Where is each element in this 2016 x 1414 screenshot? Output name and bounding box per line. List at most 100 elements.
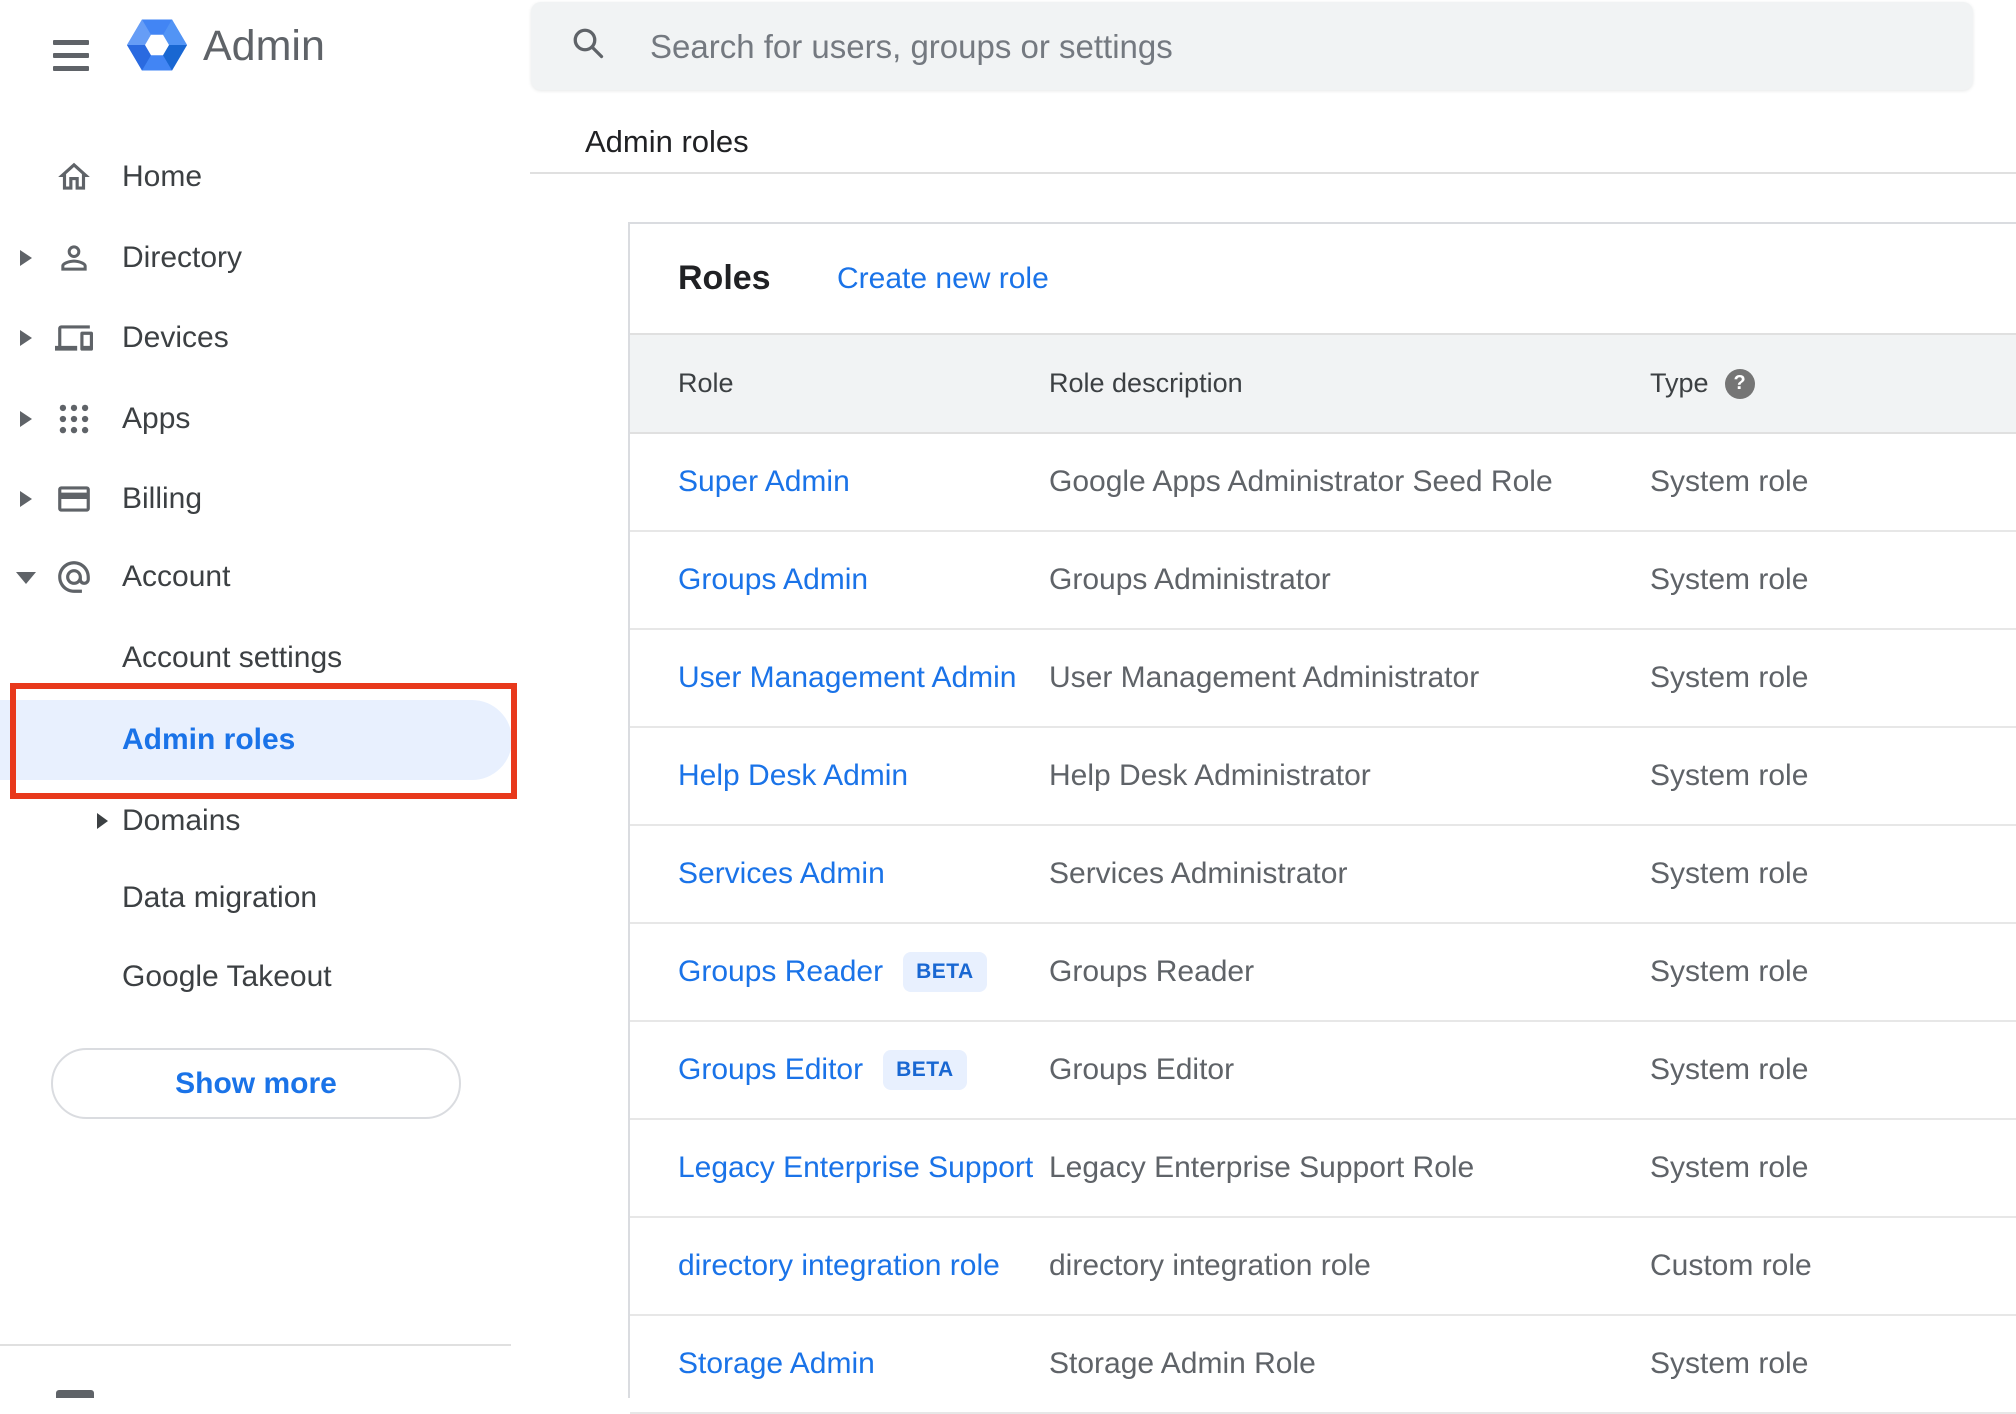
hamburger-bar <box>53 53 89 58</box>
role-link[interactable]: Legacy Enterprise Support <box>678 1151 1033 1185</box>
table-row: Groups Reader BETA Groups Reader System … <box>630 924 2016 1022</box>
role-cell: Legacy Enterprise Support <box>678 1151 1049 1185</box>
chevron-right-icon[interactable] <box>20 411 32 427</box>
table-row: Services Admin Services Administrator Sy… <box>630 826 2016 924</box>
sidebar-item-label: Devices <box>122 321 229 354</box>
sidebar-item-home[interactable]: Home <box>0 147 530 207</box>
sidebar-item-label: Account <box>122 560 231 593</box>
search-bar[interactable] <box>531 2 1973 92</box>
role-cell: Super Admin <box>678 465 1049 499</box>
role-cell: Groups Reader BETA <box>678 952 1049 992</box>
billing-card-icon <box>58 486 90 512</box>
role-type: System role <box>1650 661 1809 694</box>
hamburger-bar <box>53 66 89 71</box>
home-icon <box>58 162 90 190</box>
table-row: directory integration role directory int… <box>630 1218 2016 1316</box>
table-row: Help Desk Admin Help Desk Administrator … <box>630 728 2016 826</box>
sidebar-item-label: Account settings <box>122 641 343 674</box>
table-row: User Management Admin User Management Ad… <box>630 630 2016 728</box>
sidebar-item-google-takeout[interactable]: Google Takeout <box>0 947 530 1007</box>
beta-badge: BETA <box>903 952 987 992</box>
sidebar-item-billing[interactable]: Billing <box>0 469 530 529</box>
role-link[interactable]: directory integration role <box>678 1249 1000 1283</box>
role-cell: Services Admin <box>678 857 1049 891</box>
sidebar-item-devices[interactable]: Devices <box>0 308 530 368</box>
role-cell: Groups Admin <box>678 563 1049 597</box>
column-header-type: Type ? <box>1650 368 2016 399</box>
sidebar-item-apps[interactable]: Apps <box>0 389 530 449</box>
role-type: System role <box>1650 1053 1809 1086</box>
role-link[interactable]: Groups Reader <box>678 955 883 989</box>
role-cell: Storage Admin <box>678 1347 1049 1381</box>
table-row: Groups Editor BETA Groups Editor System … <box>630 1022 2016 1120</box>
role-cell: Groups Editor BETA <box>678 1050 1049 1090</box>
search-input[interactable] <box>648 2 1932 92</box>
sidebar-item-account[interactable]: Account <box>0 547 530 607</box>
role-type: Custom role <box>1650 1249 1812 1282</box>
role-link[interactable]: Services Admin <box>678 857 885 891</box>
sidebar-item-label: Google Takeout <box>122 960 332 993</box>
role-type: System role <box>1650 759 1809 792</box>
role-link[interactable]: Groups Editor <box>678 1053 863 1087</box>
roles-title: Roles <box>678 259 771 297</box>
table-row: Groups Admin Groups Administrator System… <box>630 532 2016 630</box>
brand-title: Admin <box>203 22 325 70</box>
sidebar-divider <box>0 1344 511 1346</box>
role-link[interactable]: Storage Admin <box>678 1347 875 1381</box>
sidebar-item-label: Home <box>122 160 203 193</box>
devices-icon <box>55 325 93 351</box>
role-description: Help Desk Administrator <box>1049 759 1371 792</box>
roles-table-body: Super Admin Google Apps Administrator Se… <box>630 434 2016 1414</box>
role-cell: User Management Admin <box>678 661 1049 695</box>
role-type: System role <box>1650 857 1809 890</box>
role-description: Groups Editor <box>1049 1053 1235 1086</box>
table-row: Storage Admin Storage Admin Role System … <box>630 1316 2016 1414</box>
sidebar-item-data-migration[interactable]: Data migration <box>0 868 530 928</box>
role-type: System role <box>1650 955 1809 988</box>
role-description: Groups Administrator <box>1049 563 1331 596</box>
column-header-role: Role <box>678 368 734 398</box>
role-type: System role <box>1650 465 1809 498</box>
table-row: Super Admin Google Apps Administrator Se… <box>630 434 2016 532</box>
beta-badge: BETA <box>883 1050 967 1090</box>
sidebar-item-label: Data migration <box>122 881 318 914</box>
role-description: User Management Administrator <box>1049 661 1480 694</box>
sidebar-item-label: Domains <box>122 804 241 837</box>
role-description: directory integration role <box>1049 1249 1371 1282</box>
help-question-icon[interactable]: ? <box>1724 368 1755 399</box>
sidebar-item-label: Directory <box>122 241 243 274</box>
chevron-right-icon[interactable] <box>20 491 32 507</box>
roles-table-header: Role Role description Type ? <box>630 333 2016 434</box>
chevron-right-icon[interactable] <box>20 330 32 346</box>
sidebar-item-account-settings[interactable]: Account settings <box>0 628 530 688</box>
sidebar-item-label: Admin roles <box>122 723 296 756</box>
role-link[interactable]: Groups Admin <box>678 563 868 597</box>
show-more-button[interactable]: Show more <box>51 1048 461 1119</box>
role-type: System role <box>1650 1151 1809 1184</box>
role-description: Groups Reader <box>1049 955 1255 988</box>
chevron-right-icon[interactable] <box>97 813 108 829</box>
role-cell: Help Desk Admin <box>678 759 1049 793</box>
role-description: Google Apps Administrator Seed Role <box>1049 465 1553 498</box>
role-type: System role <box>1650 1347 1809 1380</box>
chevron-right-icon[interactable] <box>20 250 32 266</box>
at-sign-icon <box>58 561 90 593</box>
google-admin-logo-icon <box>127 19 187 71</box>
menu-hamburger-button[interactable] <box>53 40 89 72</box>
role-description: Services Administrator <box>1049 857 1348 890</box>
role-link[interactable]: Super Admin <box>678 465 850 499</box>
sidebar-item-admin-roles[interactable]: Admin roles <box>0 700 512 780</box>
role-link[interactable]: User Management Admin <box>678 661 1017 695</box>
sidebar-item-domains[interactable]: Domains <box>0 791 530 851</box>
person-icon <box>61 245 87 271</box>
role-type: System role <box>1650 563 1809 596</box>
roles-card-header: Roles Create new role <box>630 224 2016 333</box>
role-link[interactable]: Help Desk Admin <box>678 759 908 793</box>
sidebar-item-directory[interactable]: Directory <box>0 228 530 288</box>
create-new-role-link[interactable]: Create new role <box>837 262 1049 296</box>
apps-grid-icon <box>59 404 89 434</box>
hamburger-bar <box>53 40 89 45</box>
search-icon <box>573 28 604 59</box>
chevron-down-icon[interactable] <box>16 572 36 584</box>
table-row: Legacy Enterprise Support Legacy Enterpr… <box>630 1120 2016 1218</box>
